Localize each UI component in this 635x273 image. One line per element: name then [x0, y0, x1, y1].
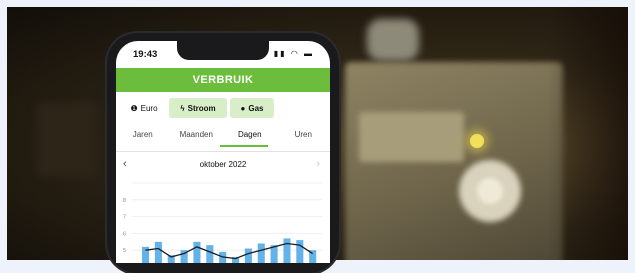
battery-icon: ▬ — [304, 49, 314, 58]
meter-dial-center — [477, 178, 503, 204]
tab-uren[interactable]: Uren — [277, 127, 331, 149]
bar[interactable] — [244, 248, 252, 263]
bar[interactable] — [283, 238, 291, 263]
tab-jaren[interactable]: Jaren — [116, 127, 170, 149]
segment-euro[interactable]: ❶ Euro — [122, 98, 166, 118]
background-object — [37, 102, 97, 177]
bar[interactable] — [257, 243, 265, 263]
bar[interactable] — [206, 245, 214, 263]
app-header: VERBRUIK — [116, 68, 330, 92]
y-tick-label: 8 — [123, 198, 126, 204]
shadow-overlay — [548, 7, 628, 260]
wifi-icon: ◠ — [290, 49, 300, 58]
y-tick-label: 7 — [123, 215, 126, 221]
usage-chart: 8 7 6 5 — [123, 182, 322, 263]
meter-display — [359, 112, 464, 162]
segment-label: Euro — [140, 103, 158, 113]
lightning-icon: ϟ — [180, 103, 185, 113]
page-title: VERBRUIK — [192, 74, 254, 86]
divider — [116, 151, 330, 152]
meter-cable-clip — [367, 19, 419, 61]
signal-icon: ▮▮ — [273, 49, 287, 58]
period-label: oktober 2022 — [199, 160, 247, 169]
phone-screen: 19:43 ▮▮ ◠ ▬ VERBRUIK ❶ Euro ϟ Stroom ● … — [116, 41, 330, 263]
active-tab-indicator — [220, 145, 268, 147]
flame-icon: ● — [240, 103, 246, 113]
segment-gas[interactable]: ● Gas — [230, 98, 274, 118]
meter-led-light — [470, 134, 484, 148]
segment-label: Gas — [248, 103, 264, 113]
tab-maanden[interactable]: Maanden — [170, 127, 224, 149]
status-time: 19:43 — [133, 49, 158, 60]
status-icons: ▮▮ ◠ ▬ — [274, 49, 314, 58]
segment-stroom[interactable]: ϟ Stroom — [169, 98, 227, 118]
euro-icon: ❶ — [130, 103, 138, 113]
y-tick-label: 5 — [123, 248, 126, 254]
chevron-right-icon[interactable]: › — [316, 157, 320, 172]
energy-type-selector: ❶ Euro ϟ Stroom ● Gas — [122, 98, 324, 118]
segment-label: Stroom — [187, 103, 216, 113]
y-tick-label: 6 — [123, 231, 126, 237]
period-navigator: ‹ oktober 2022 › — [116, 157, 330, 173]
phone-notch — [177, 41, 269, 60]
